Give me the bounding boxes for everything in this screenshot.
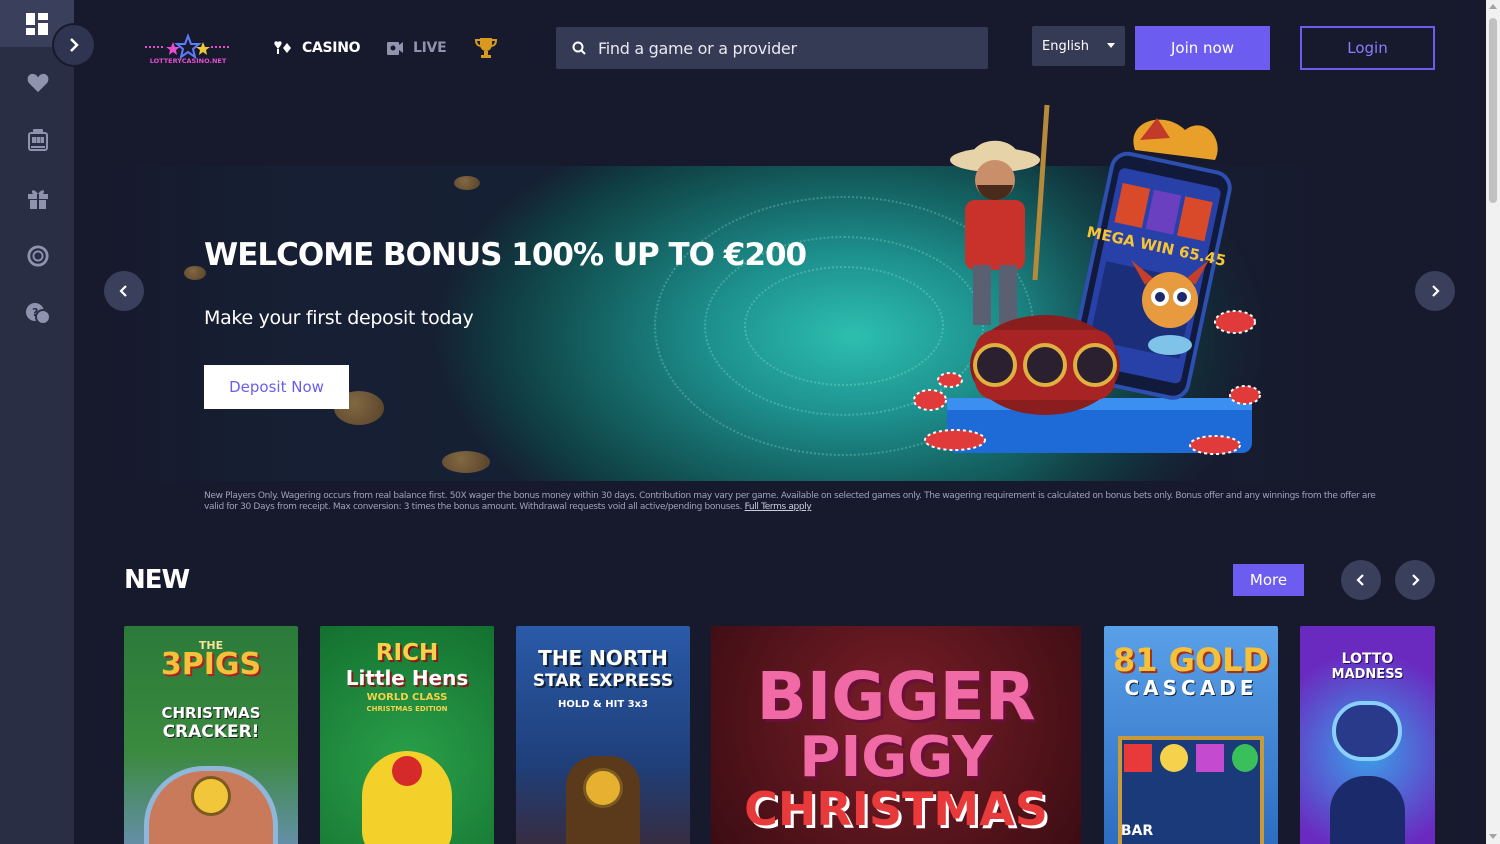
language-select[interactable]: English bbox=[1032, 26, 1125, 66]
trophy-icon bbox=[474, 38, 498, 58]
more-button[interactable]: More bbox=[1233, 564, 1304, 596]
search-input[interactable] bbox=[598, 38, 978, 58]
game-art bbox=[1124, 744, 1152, 772]
new-games-next-button[interactable] bbox=[1395, 560, 1435, 600]
sidebar-item-promotions[interactable] bbox=[22, 182, 54, 214]
banner-prev-button[interactable] bbox=[104, 271, 144, 311]
game-title-line: HOLD & HIT 3x3 bbox=[558, 699, 648, 710]
game-title-line: CHRISTMAS bbox=[744, 782, 1048, 836]
banner-subtitle: Make your first deposit today bbox=[204, 307, 474, 329]
banner-hero-illustration: MEGA WIN 65.45 bbox=[913, 104, 1261, 455]
chevron-right-icon bbox=[70, 38, 79, 52]
game-title-line: CASCADE bbox=[1124, 676, 1258, 700]
chevron-right-icon bbox=[1412, 574, 1420, 586]
banner-next-button[interactable] bbox=[1415, 271, 1455, 311]
chevron-left-icon bbox=[119, 285, 127, 297]
heart-icon bbox=[27, 73, 49, 93]
game-title-line: 3PIGS bbox=[160, 647, 262, 682]
scrollbar-thumb[interactable] bbox=[1489, 18, 1497, 203]
game-card-north-star-express[interactable]: THE NORTH STAR EXPRESS HOLD & HIT 3x3 bbox=[516, 626, 690, 844]
svg-text:LOTTERYCASINO.NET: LOTTERYCASINO.NET bbox=[150, 57, 227, 65]
full-terms-link[interactable]: Full Terms apply bbox=[745, 502, 812, 512]
game-title-line: MADNESS bbox=[1331, 667, 1404, 682]
decor-coin bbox=[454, 176, 480, 190]
game-art bbox=[583, 768, 623, 808]
game-art bbox=[1160, 744, 1188, 772]
scroll-down-icon[interactable] bbox=[1489, 834, 1497, 839]
game-title-line: WORLD CLASS bbox=[366, 692, 448, 703]
join-now-button[interactable]: Join now bbox=[1135, 26, 1270, 70]
nav-live[interactable]: LIVE bbox=[386, 36, 447, 60]
support-chat-icon: ? bbox=[26, 303, 51, 325]
search-icon bbox=[572, 41, 586, 55]
game-card-81-gold-cascade[interactable]: 81 GOLD CASCADE BAR bbox=[1104, 626, 1278, 844]
nav-tournaments[interactable] bbox=[474, 36, 498, 60]
gift-icon bbox=[28, 190, 48, 209]
deposit-now-button[interactable]: Deposit Now bbox=[204, 365, 349, 409]
game-title-line: RICH bbox=[375, 640, 439, 666]
game-title-line: THE NORTH bbox=[538, 646, 668, 670]
game-art bbox=[1196, 744, 1224, 772]
game-title-line: CHRISTMAS EDITION bbox=[366, 705, 448, 713]
game-title-line: STAR EXPRESS bbox=[532, 671, 674, 691]
game-title-line: BIGGER bbox=[756, 658, 1036, 735]
game-title-line: BAR bbox=[1120, 823, 1154, 839]
game-card-rich-little-hens[interactable]: RICH Little Hens WORLD CLASS CHRISTMAS E… bbox=[320, 626, 494, 844]
sidebar-item-help[interactable] bbox=[22, 240, 54, 272]
slot-machine-icon bbox=[28, 129, 48, 151]
new-games-prev-button[interactable] bbox=[1341, 560, 1381, 600]
language-selected: English bbox=[1042, 38, 1089, 54]
game-title-line: PIGGY bbox=[799, 725, 993, 790]
chevron-right-icon bbox=[1432, 285, 1440, 297]
bonus-terms: New Players Only. Wagering occurs from r… bbox=[204, 491, 1379, 513]
sidebar-toggle-button[interactable] bbox=[54, 25, 94, 65]
decor-coin bbox=[184, 266, 206, 280]
game-art bbox=[1332, 701, 1402, 761]
sidebar-item-slots[interactable] bbox=[22, 124, 54, 156]
game-title-line: 81 GOLD bbox=[1112, 641, 1270, 679]
site-logo[interactable]: LOTTERYCASINO.NET bbox=[143, 33, 233, 65]
game-art bbox=[1232, 744, 1258, 772]
nav-casino-label: CASINO bbox=[302, 40, 361, 56]
lifebuoy-icon bbox=[27, 245, 49, 267]
banner-title: WELCOME BONUS 100% UP TO €200 bbox=[204, 237, 807, 273]
decor-coin bbox=[442, 451, 490, 473]
sidebar-item-support[interactable]: ? bbox=[22, 298, 54, 330]
game-title-line: CRACKER! bbox=[162, 722, 260, 742]
dashboard-icon bbox=[26, 12, 48, 35]
cards-icon bbox=[274, 41, 291, 54]
svg-text:?: ? bbox=[32, 306, 38, 319]
nav-live-label: LIVE bbox=[413, 40, 447, 56]
game-card-bigger-piggy-christmas[interactable]: BIGGER PIGGY CHRISTMAS bbox=[711, 626, 1081, 844]
game-card-3-pigs[interactable]: THE 3PIGS CHRISTMAS CRACKER! bbox=[124, 626, 298, 844]
live-dealer-icon bbox=[387, 42, 403, 55]
nav-casino[interactable]: CASINO bbox=[273, 36, 361, 60]
game-art bbox=[191, 776, 231, 816]
scroll-up-icon[interactable] bbox=[1489, 4, 1497, 9]
game-title-line: LOTTO bbox=[1341, 651, 1394, 667]
game-art bbox=[1330, 776, 1405, 844]
game-card-lotto-madness[interactable]: LOTTO MADNESS bbox=[1300, 626, 1435, 844]
sidebar-item-favorites[interactable] bbox=[22, 67, 54, 99]
search-bar[interactable] bbox=[556, 27, 988, 69]
chevron-left-icon bbox=[1356, 574, 1364, 586]
section-title-new: NEW bbox=[124, 565, 190, 595]
sidebar: ? bbox=[0, 0, 74, 844]
game-title-line: CHRISTMAS bbox=[161, 704, 261, 722]
game-art bbox=[392, 756, 422, 786]
caret-down-icon bbox=[1107, 43, 1115, 48]
login-button[interactable]: Login bbox=[1300, 26, 1435, 70]
page-scrollbar[interactable] bbox=[1486, 0, 1500, 844]
game-title-line: Little Hens bbox=[345, 666, 469, 690]
